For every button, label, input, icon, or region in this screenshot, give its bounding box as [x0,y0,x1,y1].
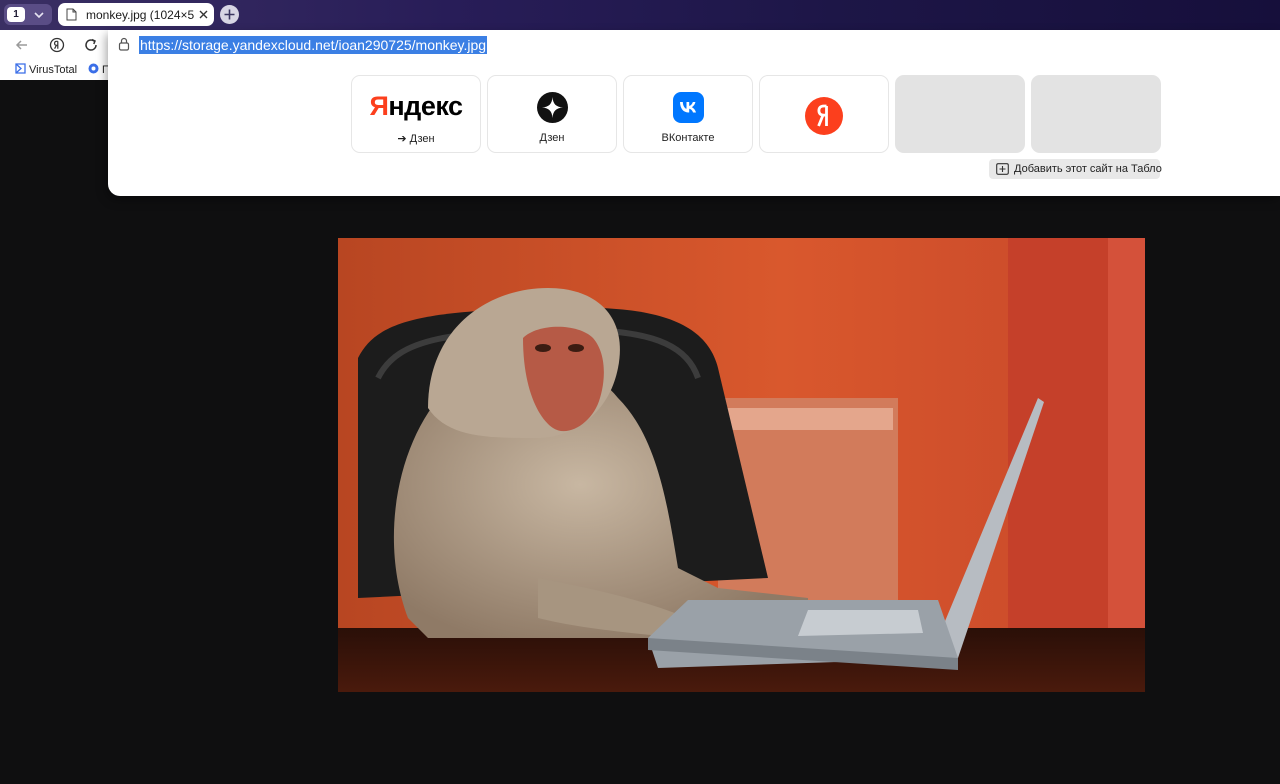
speed-dial-tile-empty[interactable] [1031,75,1161,153]
add-square-icon [996,163,1009,175]
vk-icon [673,92,704,123]
bookmark-virustotal[interactable]: VirusTotal [15,63,77,78]
add-site-to-tablo-button[interactable]: Добавить этот сайт на Табло [989,159,1162,179]
close-icon[interactable] [198,9,209,20]
address-bar-dropdown: https://storage.yandexcloud.net/ioan2907… [108,30,1280,196]
baboon-at-laptop-photo [338,238,1145,692]
virustotal-icon [15,63,26,74]
tab-counter-button[interactable]: 1 [4,4,52,25]
tile-label: ➔ Дзен [397,133,435,145]
dzen-icon [537,92,568,123]
yandex-circle-icon[interactable] [49,37,65,53]
yandex-wordmark-rest: ндекс [388,91,463,121]
speed-dial-tile-vk[interactable]: ВКонтакте [623,75,753,153]
speed-dial-tile-yandex-app[interactable] [759,75,889,153]
reload-icon[interactable] [83,37,99,53]
bookmark-favicon-icon [88,63,99,74]
address-input[interactable]: https://storage.yandexcloud.net/ioan2907… [139,36,488,54]
chevron-down-icon [34,12,44,19]
bookmarks-bar: VirusTotal П [0,60,110,80]
lock-icon[interactable] [118,37,130,51]
speed-dial-tile-dzen[interactable]: Дзен [487,75,617,153]
new-tab-button[interactable] [220,5,239,24]
yandex-wordmark: Яндекс [352,91,480,122]
file-icon [66,8,77,21]
tile-label: ВКонтакте [661,132,715,144]
yandex-icon [805,97,843,135]
speed-dial-tile-empty[interactable] [895,75,1025,153]
plus-icon [224,9,235,20]
tab-active[interactable]: monkey.jpg (1024×576) [58,3,214,26]
bookmark-label: VirusTotal [29,64,78,76]
tab-strip: 1 monkey.jpg (1024×576) [0,0,1280,30]
back-arrow-icon[interactable] [14,37,30,53]
add-site-label: Добавить этот сайт на Табло [1014,163,1162,175]
tile-label: Дзен [539,132,565,144]
photo-illustration [338,238,1145,692]
tab-title: monkey.jpg (1024×576) [86,8,194,22]
yandex-wordmark-letter: Я [369,91,389,121]
speed-dial-tile-yandex[interactable]: Яндекс ➔ Дзен [351,75,481,153]
tab-count-badge: 1 [7,7,25,22]
bookmark-item[interactable]: П [88,63,110,78]
